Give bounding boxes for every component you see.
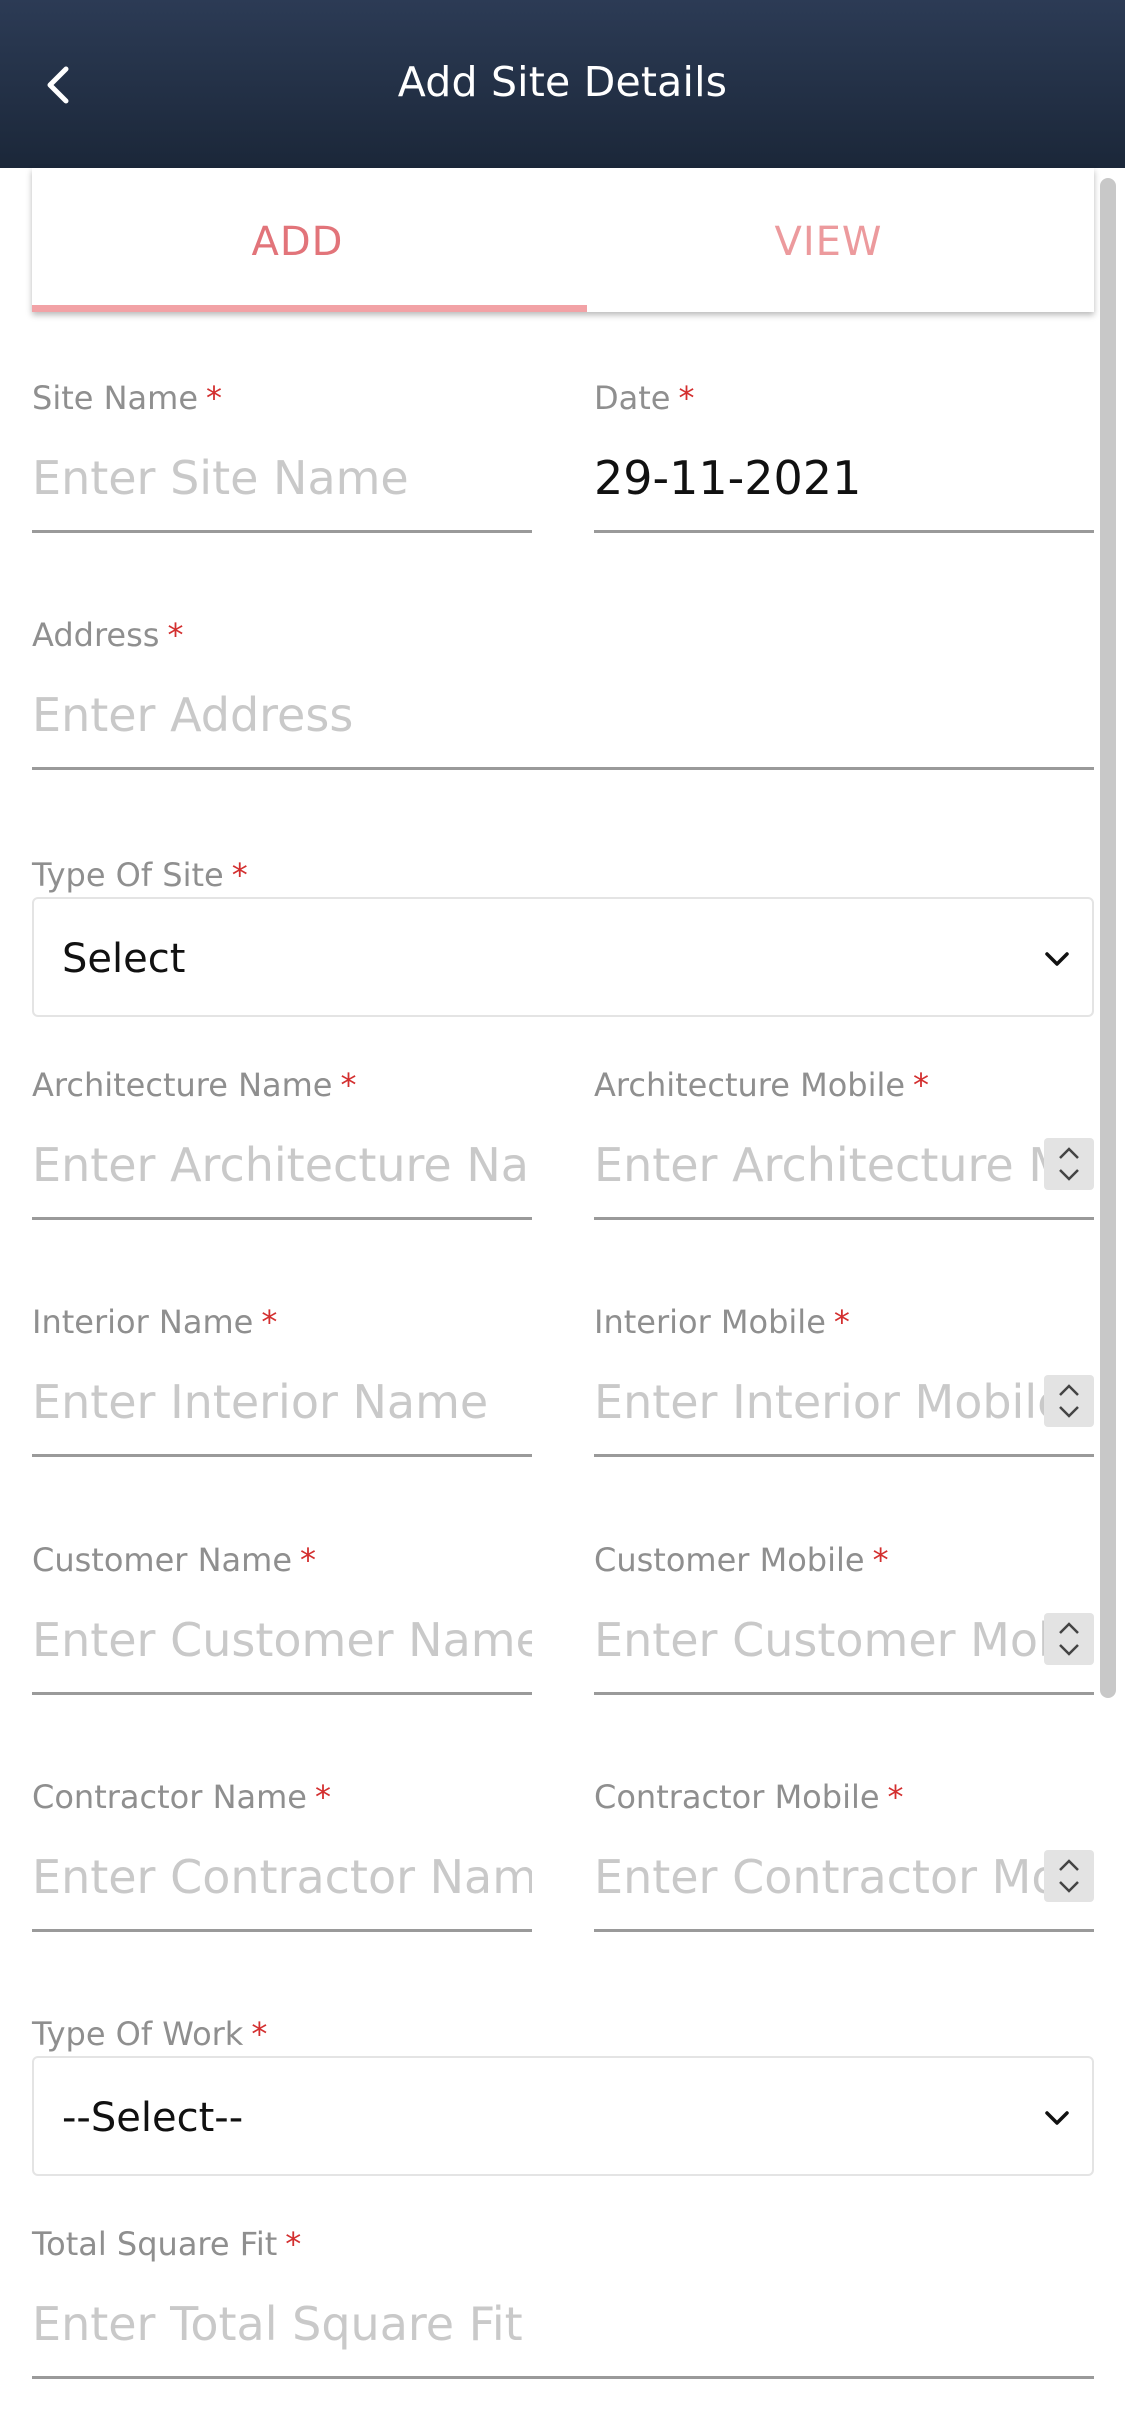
- interior-mobile-group: Interior Mobile * Enter Interior Mobile: [594, 1302, 1094, 1457]
- scrollbar[interactable]: [1100, 178, 1116, 1698]
- type-of-work-value: --Select--: [62, 2095, 244, 2141]
- architecture-name-label: Architecture Name *: [32, 1066, 357, 1104]
- customer-mobile-input[interactable]: Enter Customer Mobile: [594, 1610, 1094, 1695]
- date-label: Date *: [594, 379, 695, 417]
- tab-view[interactable]: VIEW: [563, 168, 1094, 312]
- architecture-mobile-input[interactable]: Enter Architecture Mobile: [594, 1135, 1094, 1220]
- address-group: Address * Enter Address: [32, 615, 1094, 770]
- architecture-mobile-placeholder: Enter Architecture Mobile: [594, 1138, 1094, 1192]
- customer-mobile-label: Customer Mobile *: [594, 1541, 889, 1579]
- site-name-input[interactable]: Enter Site Name: [32, 448, 532, 533]
- type-of-site-value: Select: [62, 936, 186, 982]
- customer-name-label: Customer Name *: [32, 1541, 317, 1579]
- spinner-arrows-icon: [1059, 1622, 1079, 1656]
- type-of-work-group: Type Of Work * --Select--: [32, 2014, 1094, 2176]
- number-spinner[interactable]: [1044, 1375, 1094, 1427]
- active-tab-indicator: [32, 305, 587, 312]
- type-of-site-label: Type Of Site *: [32, 856, 248, 894]
- interior-mobile-label: Interior Mobile *: [594, 1303, 850, 1341]
- date-input[interactable]: 29-11-2021: [594, 448, 1094, 533]
- interior-name-label: Interior Name *: [32, 1303, 278, 1341]
- contractor-mobile-group: Contractor Mobile * Enter Contractor Mobi…: [594, 1777, 1094, 1932]
- number-spinner[interactable]: [1044, 1850, 1094, 1902]
- customer-mobile-group: Customer Mobile * Enter Customer Mobile: [594, 1540, 1094, 1695]
- contractor-name-label: Contractor Name *: [32, 1778, 331, 1816]
- interior-name-group: Interior Name * Enter Interior Name: [32, 1302, 532, 1457]
- customer-name-input[interactable]: Enter Customer Name: [32, 1610, 532, 1695]
- contractor-name-input[interactable]: Enter Contractor Name: [32, 1847, 532, 1932]
- contractor-mobile-label: Contractor Mobile *: [594, 1778, 904, 1816]
- spinner-arrows-icon: [1059, 1384, 1079, 1418]
- type-of-work-select[interactable]: --Select--: [32, 2056, 1094, 2176]
- site-name-group: Site Name * Enter Site Name: [32, 378, 532, 533]
- architecture-name-group: Architecture Name * Enter Architecture Na…: [32, 1065, 532, 1220]
- architecture-mobile-label: Architecture Mobile *: [594, 1066, 930, 1104]
- contractor-mobile-placeholder: Enter Contractor Mobile: [594, 1850, 1094, 1904]
- number-spinner[interactable]: [1044, 1138, 1094, 1190]
- type-of-work-label: Type Of Work *: [32, 2015, 268, 2053]
- tab-bar: ADD VIEW: [32, 168, 1094, 312]
- total-square-fit-label: Total Square Fit *: [32, 2225, 302, 2263]
- page-title: Add Site Details: [397, 58, 728, 106]
- spinner-arrows-icon: [1059, 1859, 1079, 1893]
- customer-mobile-placeholder: Enter Customer Mobile: [594, 1613, 1094, 1667]
- interior-name-input[interactable]: Enter Interior Name: [32, 1372, 532, 1457]
- architecture-mobile-group: Architecture Mobile * Enter Architecture …: [594, 1065, 1094, 1220]
- number-spinner[interactable]: [1044, 1613, 1094, 1665]
- interior-mobile-input[interactable]: Enter Interior Mobile: [594, 1372, 1094, 1457]
- customer-name-group: Customer Name * Enter Customer Name: [32, 1540, 532, 1695]
- type-of-site-group: Type Of Site * Select: [32, 855, 1094, 1017]
- total-square-fit-group: Total Square Fit * Enter Total Square Fit: [32, 2224, 1094, 2379]
- tab-add[interactable]: ADD: [32, 168, 563, 312]
- total-square-fit-input[interactable]: Enter Total Square Fit: [32, 2294, 1094, 2379]
- interior-mobile-placeholder: Enter Interior Mobile: [594, 1375, 1066, 1429]
- address-label: Address *: [32, 616, 184, 654]
- chevron-down-icon: [1045, 952, 1069, 966]
- address-input[interactable]: Enter Address: [32, 685, 1094, 770]
- spinner-arrows-icon: [1059, 1147, 1079, 1181]
- chevron-down-icon: [1045, 2111, 1069, 2125]
- app-header: Add Site Details: [0, 0, 1125, 168]
- contractor-name-group: Contractor Name * Enter Contractor Name: [32, 1777, 532, 1932]
- date-group: Date * 29-11-2021: [594, 378, 1094, 533]
- site-name-label: Site Name *: [32, 379, 223, 417]
- type-of-site-select[interactable]: Select: [32, 897, 1094, 1017]
- contractor-mobile-input[interactable]: Enter Contractor Mobile: [594, 1847, 1094, 1932]
- architecture-name-input[interactable]: Enter Architecture Name: [32, 1135, 532, 1220]
